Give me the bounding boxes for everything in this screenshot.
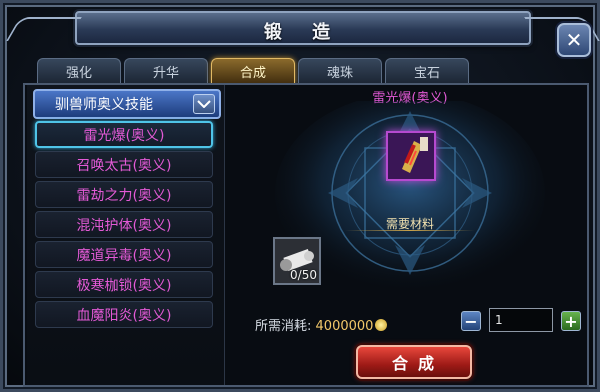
tab-synthesize[interactable]: 合成 xyxy=(211,58,295,84)
scroll-icon xyxy=(388,133,434,179)
close-button[interactable]: ✕ xyxy=(557,23,591,57)
close-icon: ✕ xyxy=(565,28,583,52)
tab-sublimate[interactable]: 升华 xyxy=(124,58,208,84)
category-label: 驯兽师奥义技能 xyxy=(55,97,153,113)
cost-row: 所需消耗: 4000000 xyxy=(255,315,388,334)
skill-item-modaoyidu[interactable]: 魔道异毒(奥义) xyxy=(35,241,213,268)
window-title: 锻 造 xyxy=(263,22,343,43)
skill-item-jihanjiasuo[interactable]: 极寒枷锁(奥义) xyxy=(35,271,213,298)
skill-item-leijiezhili[interactable]: 雷劫之力(奥义) xyxy=(35,181,213,208)
result-item-slot[interactable] xyxy=(386,131,436,181)
tab-bar: 强化 升华 合成 魂珠 宝石 xyxy=(37,58,469,84)
skill-item-zhaohuantaigu[interactable]: 召唤太古(奥义) xyxy=(35,151,213,178)
synthesis-panel: 雷光爆(奥义) 需要材料 0/50 所需消耗: 4000000 − 1 + 合成 xyxy=(235,85,585,385)
material-slot[interactable]: 0/50 xyxy=(273,237,321,285)
tab-soul-orb[interactable]: 魂珠 xyxy=(298,58,382,84)
skill-item-leiguangbao[interactable]: 雷光爆(奥义) xyxy=(35,121,213,148)
gold-coin-icon xyxy=(375,319,388,331)
cost-label: 所需消耗: xyxy=(255,319,312,334)
synthesize-button[interactable]: 合成 xyxy=(356,345,472,379)
decrease-quantity-button[interactable]: − xyxy=(461,311,481,331)
tab-gem[interactable]: 宝石 xyxy=(385,58,469,84)
chevron-down-icon[interactable] xyxy=(193,94,215,114)
cost-value: 4000000 xyxy=(315,319,374,334)
tab-strengthen[interactable]: 强化 xyxy=(37,58,121,84)
plus-icon: + xyxy=(564,311,578,331)
skill-list: 雷光爆(奥义) 召唤太古(奥义) 雷劫之力(奥义) 混沌护体(奥义) 魔道异毒(… xyxy=(35,121,215,331)
forge-window: 锻 造 ✕ 强化 升华 合成 魂珠 宝石 驯兽师奥义技能 雷光爆(奥义) 召唤太… xyxy=(0,0,600,392)
skill-item-xuemoyangyan[interactable]: 血魔阳炎(奥义) xyxy=(35,301,213,328)
skill-panel: 驯兽师奥义技能 雷光爆(奥义) 召唤太古(奥义) 雷劫之力(奥义) 混沌护体(奥… xyxy=(27,85,225,385)
title-bar: 锻 造 xyxy=(75,11,531,45)
increase-quantity-button[interactable]: + xyxy=(561,311,581,331)
category-dropdown[interactable]: 驯兽师奥义技能 xyxy=(33,89,221,119)
minus-icon: − xyxy=(464,311,478,331)
skill-item-hundunhuti[interactable]: 混沌护体(奥义) xyxy=(35,211,213,238)
material-count: 0/50 xyxy=(290,268,317,282)
quantity-input[interactable] xyxy=(489,308,553,332)
materials-label: 需要材料 xyxy=(385,217,434,231)
